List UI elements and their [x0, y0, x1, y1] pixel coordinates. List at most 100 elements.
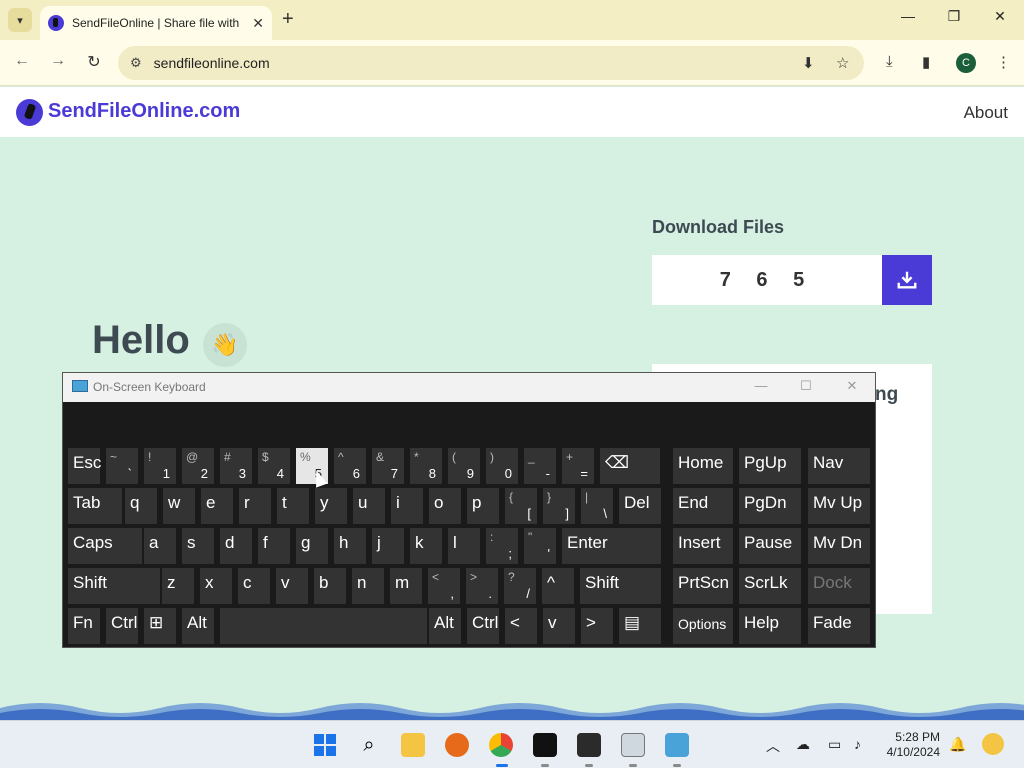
- osk-key-symbol[interactable]: >: [581, 608, 613, 644]
- osk-key-end[interactable]: End: [673, 488, 733, 524]
- osk-key-q[interactable]: q: [125, 488, 157, 524]
- reload-button[interactable]: ↻: [84, 52, 104, 72]
- volume-icon[interactable]: ♪: [854, 736, 861, 752]
- site-logo-icon[interactable]: [16, 99, 43, 126]
- osk-key-tab[interactable]: Tab: [68, 488, 122, 524]
- osk-key-p[interactable]: p: [467, 488, 499, 524]
- osk-key-8[interactable]: * 8: [410, 448, 442, 484]
- osk-key-h[interactable]: h: [334, 528, 366, 564]
- osk-key-symbol[interactable]: ⊞: [144, 608, 176, 644]
- osk-key-w[interactable]: w: [163, 488, 195, 524]
- osk-key-1[interactable]: ! 1: [144, 448, 176, 484]
- search-icon[interactable]: ⌕: [357, 733, 381, 757]
- network-icon[interactable]: ☁: [796, 736, 810, 753]
- osk-key-t[interactable]: t: [277, 488, 309, 524]
- osk-key-m[interactable]: m: [390, 568, 422, 604]
- back-button[interactable]: ←: [12, 52, 32, 70]
- osk-key-e[interactable]: e: [201, 488, 233, 524]
- firefox-icon[interactable]: [445, 733, 469, 757]
- clock[interactable]: 5:28 PM 4/10/2024: [880, 730, 940, 760]
- osk-maximize-button[interactable]: ☐: [796, 378, 816, 394]
- osk-minimize-button[interactable]: —: [751, 378, 771, 393]
- osk-key-g[interactable]: g: [296, 528, 328, 564]
- osk-key-symbol[interactable]: _ -: [524, 448, 556, 484]
- osk-key-pause[interactable]: Pause: [739, 528, 801, 564]
- osk-key-mv-dn[interactable]: Mv Dn: [808, 528, 870, 564]
- osk-key-symbol[interactable]: ~ `: [106, 448, 138, 484]
- address-bar[interactable]: ⚙ sendfileonline.com ⬇ ☆: [118, 46, 864, 80]
- osk-key-v[interactable]: v: [543, 608, 575, 644]
- osk-key-symbol[interactable]: " ': [524, 528, 556, 564]
- osk-key-symbol[interactable]: + =: [562, 448, 594, 484]
- osk-key-symbol[interactable]: {[: [505, 488, 537, 524]
- osk-key-y[interactable]: y: [315, 488, 347, 524]
- osk-key-symbol[interactable]: ? /: [504, 568, 536, 604]
- osk-key-pgdn[interactable]: PgDn: [739, 488, 801, 524]
- copilot-pre-icon[interactable]: [982, 733, 1004, 755]
- osk-key-shift[interactable]: Shift: [580, 568, 661, 604]
- osk-key-help[interactable]: Help: [739, 608, 801, 644]
- site-info-icon[interactable]: ⚙: [130, 55, 142, 71]
- tab-search-button[interactable]: ▾: [8, 8, 32, 32]
- forward-button[interactable]: →: [48, 52, 68, 70]
- osk-key-z[interactable]: z: [162, 568, 194, 604]
- osk-key-0[interactable]: ) 0: [486, 448, 518, 484]
- osk-key-j[interactable]: j: [372, 528, 404, 564]
- osk-key-s[interactable]: s: [182, 528, 214, 564]
- osk-key-esc[interactable]: Esc: [68, 448, 101, 484]
- osk-key-prtscn[interactable]: PrtScn: [673, 568, 733, 604]
- maximize-button[interactable]: ❐: [944, 8, 964, 25]
- app-window-icon[interactable]: [621, 733, 645, 757]
- osk-key-u[interactable]: u: [353, 488, 385, 524]
- osk-key-o[interactable]: o: [429, 488, 461, 524]
- osk-key-x[interactable]: x: [200, 568, 232, 604]
- tray-overflow-icon[interactable]: ︿: [766, 736, 780, 756]
- osk-key-del[interactable]: Del: [619, 488, 661, 524]
- osk-key-fn[interactable]: Fn: [68, 608, 100, 644]
- osk-key-symbol[interactable]: <,: [428, 568, 460, 604]
- new-tab-button[interactable]: +: [282, 8, 294, 31]
- osk-key-mv-up[interactable]: Mv Up: [808, 488, 870, 524]
- minimize-button[interactable]: —: [898, 8, 918, 24]
- downloads-icon[interactable]: ⤓: [886, 53, 893, 70]
- chrome-icon[interactable]: [489, 733, 513, 757]
- browser-tab-active[interactable]: SendFileOnline | Share file with ✕: [40, 6, 272, 40]
- bookmark-star-icon[interactable]: ☆: [836, 54, 849, 72]
- osk-key-pgup[interactable]: PgUp: [739, 448, 801, 484]
- osk-key-nav[interactable]: Nav: [808, 448, 870, 484]
- osk-key-9[interactable]: (9: [448, 448, 480, 484]
- osk-key-4[interactable]: $4: [258, 448, 290, 484]
- download-code-input[interactable]: 7 6 5: [652, 255, 882, 305]
- osk-key-i[interactable]: i: [391, 488, 423, 524]
- osk-key-f[interactable]: f: [258, 528, 290, 564]
- osk-key-alt[interactable]: Alt: [182, 608, 214, 644]
- site-logo-text[interactable]: SendFileOnline.com: [48, 100, 240, 123]
- osk-key-ctrl[interactable]: Ctrl: [467, 608, 499, 644]
- osk-key-dock[interactable]: Dock: [808, 568, 870, 604]
- osk-key-symbol[interactable]: ⌫: [600, 448, 660, 484]
- osk-key-symbol[interactable]: :;: [486, 528, 518, 564]
- osk-key-b[interactable]: b: [314, 568, 346, 604]
- osk-key-symbol[interactable]: ^: [542, 568, 574, 604]
- osk-titlebar[interactable]: On-Screen Keyboard — ☐ ✕: [63, 373, 875, 402]
- osk-key-insert[interactable]: Insert: [673, 528, 733, 564]
- osk-key-6[interactable]: ^ 6: [334, 448, 366, 484]
- osk-key-7[interactable]: & 7: [372, 448, 404, 484]
- osk-key-symbol[interactable]: | \: [581, 488, 613, 524]
- osk-key-symbol[interactable]: <: [505, 608, 537, 644]
- osk-key-3[interactable]: #3: [220, 448, 252, 484]
- osk-key-n[interactable]: n: [352, 568, 384, 604]
- osk-key-2[interactable]: @2: [182, 448, 214, 484]
- tab-close-icon[interactable]: ✕: [252, 15, 264, 32]
- osk-key-symbol[interactable]: }]: [543, 488, 575, 524]
- display-icon[interactable]: ▭: [828, 736, 841, 753]
- osk-key-d[interactable]: d: [220, 528, 252, 564]
- osk-key-ctrl[interactable]: Ctrl: [106, 608, 138, 644]
- osk-close-button[interactable]: ✕: [842, 378, 862, 394]
- osk-key-k[interactable]: k: [410, 528, 442, 564]
- osk-key-home[interactable]: Home: [673, 448, 733, 484]
- profile-avatar[interactable]: C: [956, 53, 976, 73]
- osk-key-c[interactable]: c: [238, 568, 270, 604]
- osk-key-symbol[interactable]: >.: [466, 568, 498, 604]
- on-screen-keyboard-taskbar-icon[interactable]: [665, 733, 689, 757]
